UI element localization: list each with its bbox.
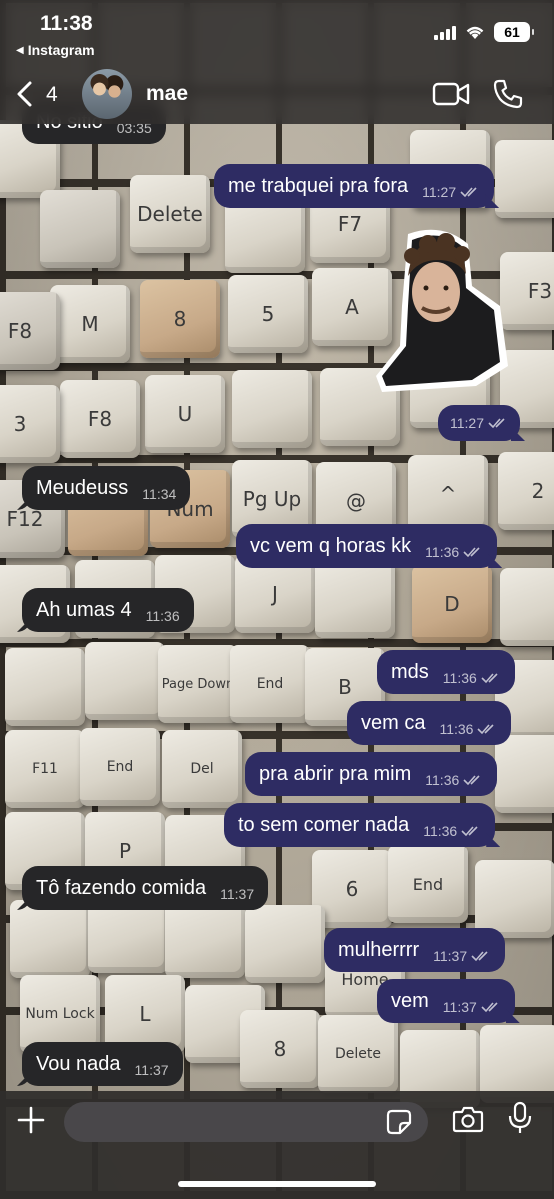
message-time: 11:37 — [220, 886, 255, 902]
message-bubble-incoming[interactable]: Tô fazendo comida 11:37 — [22, 866, 269, 910]
message-text: Ah umas 4 — [36, 598, 132, 621]
message-time: 11:27 — [422, 184, 480, 200]
back-app-label: Instagram — [27, 42, 95, 58]
message-bubble-outgoing[interactable]: mds 11:36 — [377, 650, 515, 694]
read-ticks-icon — [460, 187, 477, 198]
read-ticks-icon — [463, 547, 480, 558]
message-text: Vou nada — [36, 1052, 121, 1075]
message-text: Meudeuss — [36, 476, 129, 499]
contact-name[interactable]: mae — [146, 82, 188, 106]
microphone-icon[interactable] — [508, 1101, 532, 1135]
message-text: to sem comer nada — [238, 813, 410, 836]
message-bubble-incoming[interactable]: Vou nada 11:37 — [22, 1042, 183, 1086]
read-ticks-icon — [477, 724, 495, 735]
message-time: 11:27 — [450, 415, 508, 431]
message-time: 11:36 — [439, 721, 497, 737]
plus-icon[interactable] — [16, 1105, 46, 1135]
chat-header: 11:38 ◀ Instagram 61 4 mae — [0, 0, 554, 124]
wifi-icon — [466, 26, 484, 39]
back-to-app-link[interactable]: ◀ Instagram — [16, 42, 95, 58]
cellular-signal-icon — [434, 24, 456, 40]
read-ticks-icon — [463, 775, 480, 786]
read-ticks-icon — [481, 673, 498, 684]
message-list[interactable]: No sitio 03:35 me trabquei pra fora 11:2… — [0, 0, 554, 1199]
message-bubble-outgoing[interactable]: vc vem q horas kk 11:36 — [236, 524, 498, 568]
message-text: Tô fazendo comida — [36, 876, 207, 899]
phone-call-icon[interactable] — [492, 78, 524, 110]
message-bubble-incoming[interactable]: Ah umas 4 11:36 — [22, 588, 194, 632]
composer-bar — [0, 1091, 554, 1199]
chat-nav-row: 4 mae — [0, 66, 554, 122]
avatar[interactable] — [82, 69, 132, 119]
message-text: mds — [391, 660, 429, 683]
home-indicator — [178, 1181, 376, 1187]
video-call-icon[interactable] — [432, 80, 470, 108]
message-text: vc vem q horas kk — [250, 534, 412, 557]
message-text: pra abrir pra mim — [259, 762, 412, 785]
read-ticks-icon — [471, 951, 488, 962]
message-text: vem — [391, 989, 429, 1012]
message-text: vem ca — [361, 711, 426, 734]
message-input[interactable] — [64, 1102, 428, 1142]
message-bubble-outgoing[interactable]: pra abrir pra mim 11:36 — [245, 752, 498, 796]
message-time: 11:37 — [443, 999, 501, 1015]
camera-icon[interactable] — [452, 1105, 484, 1133]
message-bubble-incoming[interactable]: Meudeuss 11:34 — [22, 466, 191, 510]
read-ticks-icon — [481, 1002, 498, 1013]
status-icons: 61 — [434, 22, 534, 42]
message-time: 11:36 — [145, 608, 180, 624]
message-bubble-outgoing[interactable]: 11:27 — [438, 405, 520, 441]
message-time: 11:36 — [443, 670, 501, 686]
status-time: 11:38 — [40, 12, 93, 35]
sticker-icon[interactable] — [386, 1109, 412, 1135]
message-bubble-outgoing[interactable]: mulherrrr 11:37 — [324, 928, 506, 972]
message-bubble-outgoing[interactable]: me trabquei pra fora 11:27 — [214, 164, 495, 208]
message-text: mulherrrr — [338, 938, 420, 961]
back-triangle-icon: ◀ — [16, 44, 24, 56]
read-ticks-icon — [488, 418, 505, 429]
message-time: 11:37 — [433, 948, 491, 964]
back-chevron-icon[interactable] — [14, 80, 38, 108]
message-time: 11:34 — [142, 486, 177, 502]
message-bubble-outgoing[interactable]: to sem comer nada 11:36 — [224, 803, 496, 847]
message-time: 11:36 — [425, 772, 483, 788]
message-bubble-outgoing[interactable]: vem 11:37 — [377, 979, 515, 1023]
battery-icon: 61 — [494, 22, 534, 42]
message-time: 11:37 — [134, 1062, 169, 1078]
message-bubble-outgoing[interactable]: vem ca 11:36 — [347, 701, 512, 745]
unread-count[interactable]: 4 — [46, 83, 58, 107]
sticker-image[interactable] — [372, 226, 512, 394]
read-ticks-icon — [461, 826, 478, 837]
message-text: me trabquei pra fora — [228, 174, 409, 197]
message-time: 11:36 — [425, 544, 483, 560]
message-time: 11:36 — [423, 823, 481, 839]
